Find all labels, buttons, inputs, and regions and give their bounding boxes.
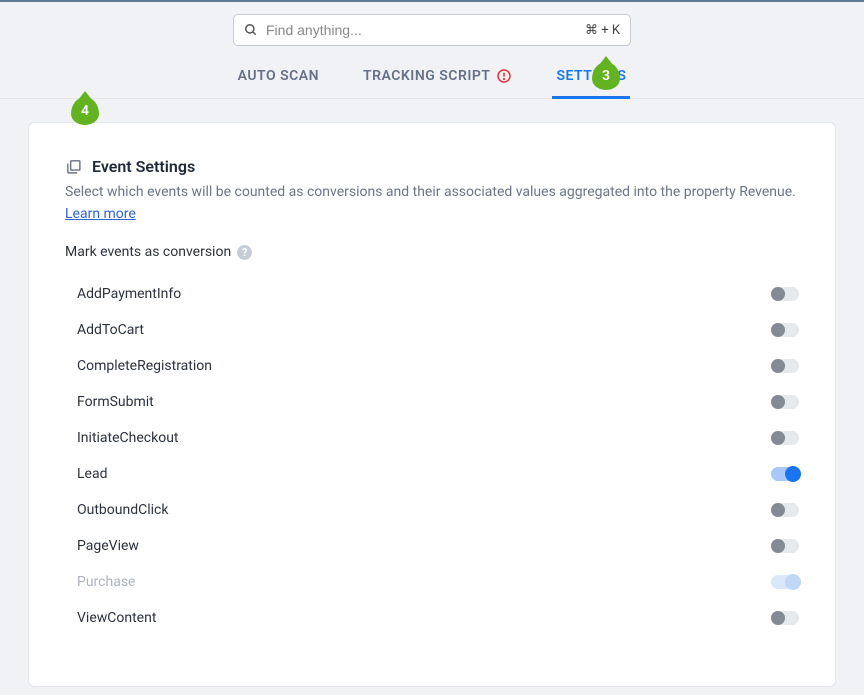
event-toggle[interactable] xyxy=(771,539,799,553)
callout-4: 4 xyxy=(71,97,99,125)
mark-events-label: Mark events as conversion xyxy=(65,244,231,260)
section-title: Event Settings xyxy=(92,157,195,176)
event-row: Purchase xyxy=(77,564,799,600)
event-label: Lead xyxy=(77,466,107,482)
settings-card: 4 Event Settings Select which events wil… xyxy=(28,122,836,687)
event-label: CompleteRegistration xyxy=(77,358,212,374)
tabs: AUTO SCAN TRACKING SCRIPT SETTINGS 3 xyxy=(0,60,864,99)
event-label: PageView xyxy=(77,538,139,554)
search-shortcut: ⌘ + K xyxy=(585,23,620,38)
search-bar[interactable]: ⌘ + K xyxy=(233,14,631,46)
search-icon xyxy=(244,23,258,37)
event-label: FormSubmit xyxy=(77,394,154,410)
event-row: PageView xyxy=(77,528,799,564)
event-toggle[interactable] xyxy=(771,467,799,481)
section-description: Select which events will be counted as c… xyxy=(65,182,799,203)
events-list: AddPaymentInfo AddToCart CompleteRegistrat… xyxy=(65,276,799,636)
event-label: Purchase xyxy=(77,574,135,590)
tab-auto-scan[interactable]: AUTO SCAN xyxy=(234,60,323,98)
event-toggle[interactable] xyxy=(771,395,799,409)
event-row: InitiateCheckout xyxy=(77,420,799,456)
event-toggle[interactable] xyxy=(771,287,799,301)
event-label: InitiateCheckout xyxy=(77,430,179,446)
callout-3: 3 xyxy=(592,62,620,90)
event-row: FormSubmit xyxy=(77,384,799,420)
event-label: AddToCart xyxy=(77,322,144,338)
event-toggle[interactable] xyxy=(771,431,799,445)
event-row: AddToCart xyxy=(77,312,799,348)
event-row: CompleteRegistration xyxy=(77,348,799,384)
event-row: Lead xyxy=(77,456,799,492)
event-label: AddPaymentInfo xyxy=(77,286,181,302)
tab-tracking-script[interactable]: TRACKING SCRIPT xyxy=(359,60,516,98)
event-toggle[interactable] xyxy=(771,575,799,589)
event-label: ViewContent xyxy=(77,610,156,626)
event-toggle[interactable] xyxy=(771,359,799,373)
tab-tracking-script-label: TRACKING SCRIPT xyxy=(363,68,490,84)
help-icon[interactable]: ? xyxy=(237,245,252,260)
search-input[interactable] xyxy=(266,22,577,38)
event-toggle[interactable] xyxy=(771,503,799,517)
copy-icon xyxy=(65,158,82,175)
alert-icon xyxy=(496,68,512,84)
event-row: AddPaymentInfo xyxy=(77,276,799,312)
event-row: ViewContent xyxy=(77,600,799,636)
top-bar: ⌘ + K AUTO SCAN TRACKING SCRIPT SETTINGS… xyxy=(0,2,864,99)
learn-more-link[interactable]: Learn more xyxy=(65,206,136,222)
event-toggle[interactable] xyxy=(771,323,799,337)
event-label: OutboundClick xyxy=(77,502,168,518)
event-toggle[interactable] xyxy=(771,611,799,625)
event-row: OutboundClick xyxy=(77,492,799,528)
